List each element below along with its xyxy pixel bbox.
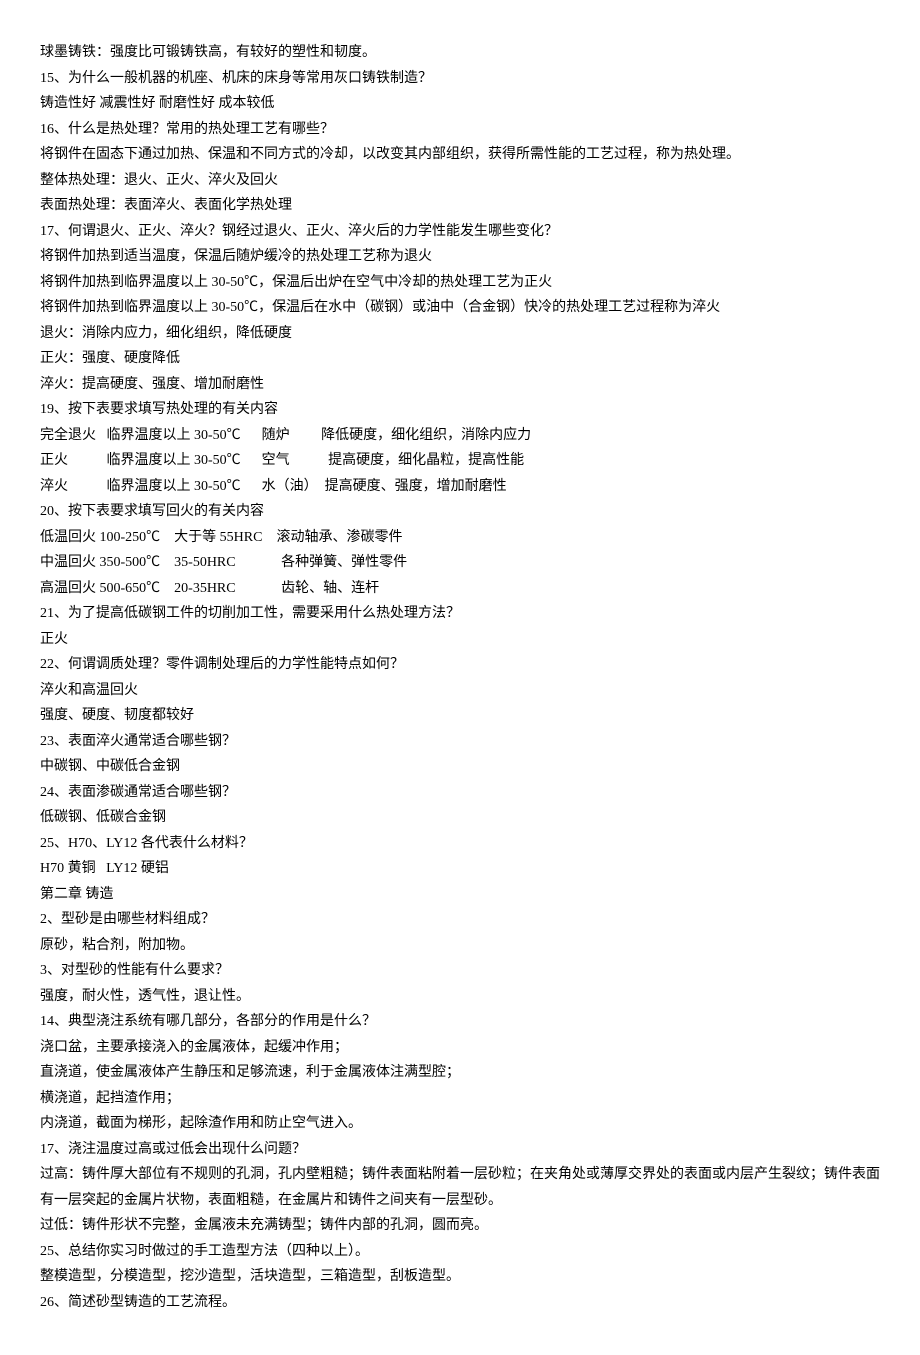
text-line: 内浇道，截面为梯形，起除渣作用和防止空气进入。 <box>40 1111 880 1137</box>
document-content: 球墨铸铁：强度比可锻铸铁高，有较好的塑性和韧度。15、为什么一般机器的机座、机床… <box>40 40 880 1315</box>
text-line: 正火：强度、硬度降低 <box>40 346 880 372</box>
text-line: 17、何谓退火、正火、淬火？钢经过退火、正火、淬火后的力学性能发生哪些变化？ <box>40 219 880 245</box>
text-line: 淬火：提高硬度、强度、增加耐磨性 <box>40 372 880 398</box>
text-line: 表面热处理：表面淬火、表面化学热处理 <box>40 193 880 219</box>
text-line: 14、典型浇注系统有哪几部分，各部分的作用是什么？ <box>40 1009 880 1035</box>
text-line: 铸造性好 减震性好 耐磨性好 成本较低 <box>40 91 880 117</box>
text-line: 整体热处理：退火、正火、淬火及回火 <box>40 168 880 194</box>
text-line: 淬火和高温回火 <box>40 678 880 704</box>
text-line: 浇口盆，主要承接浇入的金属液体，起缓冲作用； <box>40 1035 880 1061</box>
text-line: 19、按下表要求填写热处理的有关内容 <box>40 397 880 423</box>
text-line: 低碳钢、低碳合金钢 <box>40 805 880 831</box>
text-line: 将钢件加热到适当温度，保温后随炉缓冷的热处理工艺称为退火 <box>40 244 880 270</box>
text-line: 26、简述砂型铸造的工艺流程。 <box>40 1290 880 1316</box>
text-line: 将钢件加热到临界温度以上 30-50℃，保温后在水中（碳钢）或油中（合金钢）快冷… <box>40 295 880 321</box>
text-line: 退火：消除内应力，细化组织，降低硬度 <box>40 321 880 347</box>
text-line: 原砂，粘合剂，附加物。 <box>40 933 880 959</box>
text-line: 16、什么是热处理？常用的热处理工艺有哪些？ <box>40 117 880 143</box>
text-line: 3、对型砂的性能有什么要求？ <box>40 958 880 984</box>
text-line: 15、为什么一般机器的机座、机床的床身等常用灰口铸铁制造？ <box>40 66 880 92</box>
text-line: 正火 <box>40 627 880 653</box>
text-line: 过低：铸件形状不完整，金属液未充满铸型；铸件内部的孔洞，圆而亮。 <box>40 1213 880 1239</box>
text-line: 球墨铸铁：强度比可锻铸铁高，有较好的塑性和韧度。 <box>40 40 880 66</box>
text-line: 整模造型，分模造型，挖沙造型，活块造型，三箱造型，刮板造型。 <box>40 1264 880 1290</box>
text-line: 将钢件加热到临界温度以上 30-50℃，保温后出炉在空气中冷却的热处理工艺为正火 <box>40 270 880 296</box>
text-line: 高温回火 500-650℃ 20-35HRC 齿轮、轴、连杆 <box>40 576 880 602</box>
text-line: 中碳钢、中碳低合金钢 <box>40 754 880 780</box>
text-line: 横浇道，起挡渣作用； <box>40 1086 880 1112</box>
text-line: 淬火 临界温度以上 30-50℃ 水（油） 提高硬度、强度，增加耐磨性 <box>40 474 880 500</box>
text-line: 22、何谓调质处理？零件调制处理后的力学性能特点如何？ <box>40 652 880 678</box>
text-line: 过高：铸件厚大部位有不规则的孔洞，孔内壁粗糙；铸件表面粘附着一层砂粒；在夹角处或… <box>40 1162 880 1213</box>
text-line: 2、型砂是由哪些材料组成？ <box>40 907 880 933</box>
text-line: 完全退火 临界温度以上 30-50℃ 随炉 降低硬度，细化组织，消除内应力 <box>40 423 880 449</box>
text-line: H70 黄铜 LY12 硬铝 <box>40 856 880 882</box>
text-line: 中温回火 350-500℃ 35-50HRC 各种弹簧、弹性零件 <box>40 550 880 576</box>
text-line: 强度、硬度、韧度都较好 <box>40 703 880 729</box>
text-line: 强度，耐火性，透气性，退让性。 <box>40 984 880 1010</box>
text-line: 直浇道，使金属液体产生静压和足够流速，利于金属液体注满型腔； <box>40 1060 880 1086</box>
text-line: 将钢件在固态下通过加热、保温和不同方式的冷却，以改变其内部组织，获得所需性能的工… <box>40 142 880 168</box>
text-line: 低温回火 100-250℃ 大于等 55HRC 滚动轴承、渗碳零件 <box>40 525 880 551</box>
text-line: 17、浇注温度过高或过低会出现什么问题？ <box>40 1137 880 1163</box>
text-line: 正火 临界温度以上 30-50℃ 空气 提高硬度，细化晶粒，提高性能 <box>40 448 880 474</box>
text-line: 20、按下表要求填写回火的有关内容 <box>40 499 880 525</box>
text-line: 25、H70、LY12 各代表什么材料？ <box>40 831 880 857</box>
text-line: 24、表面渗碳通常适合哪些钢？ <box>40 780 880 806</box>
text-line: 21、为了提高低碳钢工件的切削加工性，需要采用什么热处理方法？ <box>40 601 880 627</box>
text-line: 23、表面淬火通常适合哪些钢？ <box>40 729 880 755</box>
text-line: 第二章 铸造 <box>40 882 880 908</box>
text-line: 25、总结你实习时做过的手工造型方法（四种以上）。 <box>40 1239 880 1265</box>
